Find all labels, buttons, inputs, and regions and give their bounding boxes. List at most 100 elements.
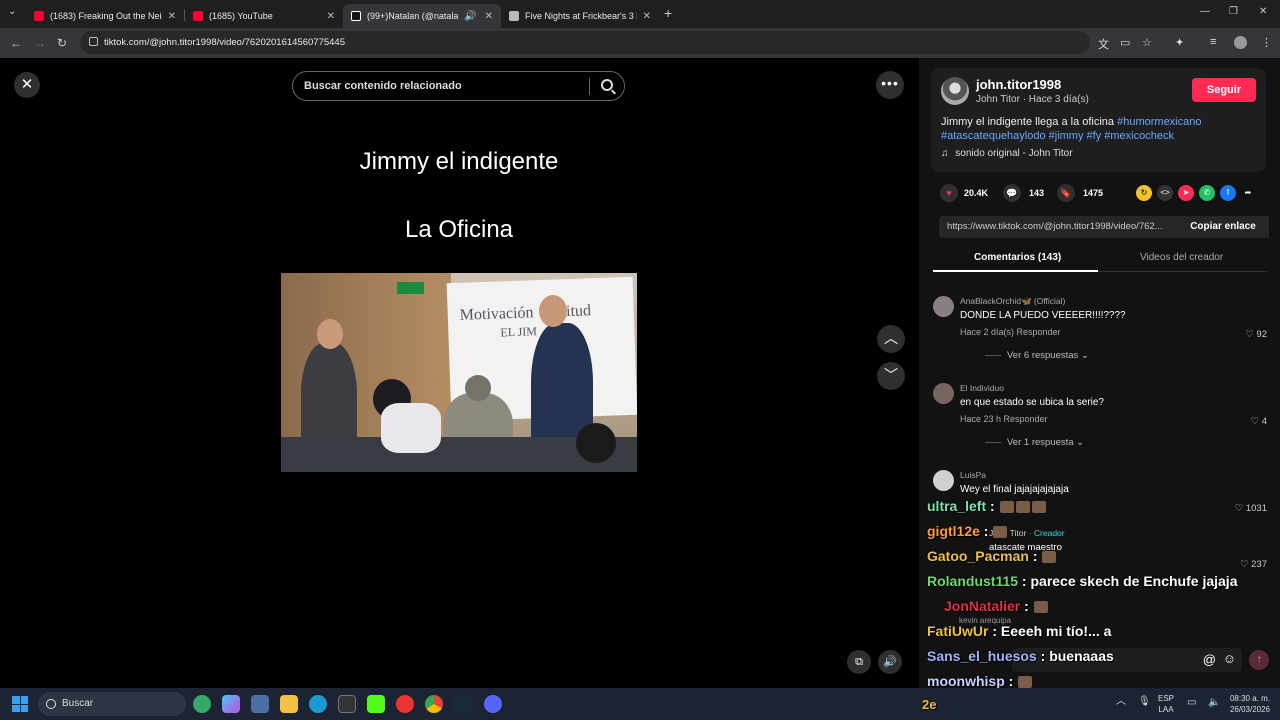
comment-author[interactable]: AnaBlackOrchid🦋 (Official) bbox=[960, 296, 1065, 307]
reply-like[interactable]: ♡ 237 bbox=[1240, 559, 1267, 570]
comment-meta[interactable]: Hace 2 día(s) Responder bbox=[960, 327, 1061, 337]
cast-icon[interactable]: ▭ bbox=[1120, 36, 1130, 49]
url-field[interactable]: tiktok.com/@john.titor1998/video/7620201… bbox=[80, 31, 1090, 54]
widgets-icon[interactable] bbox=[193, 695, 211, 713]
send-comment-button[interactable]: ↑ bbox=[1249, 650, 1269, 670]
store-icon[interactable] bbox=[251, 695, 269, 713]
video-link[interactable]: https://www.tiktok.com/@john.titor1998/v… bbox=[947, 221, 1163, 232]
comment-avatar[interactable] bbox=[933, 383, 954, 404]
tab-search-chevron-icon[interactable]: ⌄ bbox=[8, 6, 16, 17]
layout-code: LAA bbox=[1158, 705, 1174, 714]
comment-like[interactable]: ♡ 92 bbox=[1245, 329, 1267, 340]
tab-tiktok-active[interactable]: (99+)Natalan (@natalanx) | 🔊 ✕ bbox=[343, 4, 501, 28]
bookmark-star-icon[interactable]: ☆ bbox=[1142, 36, 1152, 49]
view-replies-button[interactable]: Ver 6 respuestas ⌄ bbox=[985, 350, 1089, 361]
tab-creator-videos[interactable]: Videos del creador bbox=[1140, 252, 1223, 263]
comment-like[interactable]: ♡ 1031 bbox=[1235, 503, 1267, 514]
new-tab-icon[interactable]: + bbox=[664, 5, 672, 21]
network-icon[interactable]: ▭ bbox=[1187, 697, 1196, 708]
copilot-icon[interactable] bbox=[222, 695, 240, 713]
search-icon[interactable] bbox=[601, 79, 613, 91]
volume-icon[interactable]: 🔊 bbox=[878, 650, 902, 674]
tab-freaking-out[interactable]: (1683) Freaking Out the Neighb ✕ bbox=[26, 4, 184, 28]
kick-icon[interactable] bbox=[367, 695, 385, 713]
comment-tabs: Comentarios (143) Videos del creador bbox=[933, 248, 1267, 272]
video-player[interactable]: Buscar contenido relacionado Jimmy el in… bbox=[281, 58, 637, 688]
reading-list-icon[interactable]: ≡ bbox=[1210, 36, 1216, 48]
xbox-icon[interactable] bbox=[338, 695, 356, 713]
browser-menu-icon[interactable]: ⋮ bbox=[1261, 36, 1272, 49]
chrome-icon[interactable] bbox=[425, 695, 443, 713]
heart-icon[interactable]: ♥ bbox=[940, 184, 958, 202]
student-head-2 bbox=[576, 423, 616, 463]
close-tab-icon[interactable]: ✕ bbox=[485, 11, 493, 22]
video-title-line1: Jimmy el indigente bbox=[359, 148, 559, 175]
related-search-box[interactable]: Buscar contenido relacionado bbox=[292, 71, 625, 101]
speaker-icon[interactable]: 🔊 bbox=[464, 11, 476, 22]
reload-icon[interactable]: ↻ bbox=[57, 36, 67, 50]
window-close-icon[interactable]: ✕ bbox=[1259, 6, 1267, 17]
embed-icon[interactable]: <> bbox=[1157, 185, 1173, 201]
view-replies-button[interactable]: Ver 1 respuesta ⌄ bbox=[985, 437, 1084, 448]
mention-icon[interactable]: @ bbox=[1203, 652, 1216, 667]
extensions-icon[interactable]: ✦ bbox=[1175, 36, 1184, 49]
author-username[interactable]: john.titor1998 bbox=[976, 77, 1061, 92]
previous-video-button[interactable]: ︿ bbox=[877, 325, 905, 353]
comment-avatar[interactable] bbox=[933, 296, 954, 317]
head-beanie bbox=[465, 375, 491, 401]
next-video-button[interactable]: ﹀ bbox=[877, 362, 905, 390]
close-tab-icon[interactable]: ✕ bbox=[168, 11, 176, 22]
sound-row[interactable]: ♫ sonido original - John Titor bbox=[941, 148, 1073, 159]
share-arrow-icon[interactable]: ➦ bbox=[1240, 185, 1256, 201]
pip-icon[interactable]: ⧉ bbox=[847, 650, 871, 674]
hashtag-links[interactable]: #atascatequehaylodo #jimmy #fy #mexicoch… bbox=[941, 130, 1174, 142]
volume-tray-icon[interactable]: 🔈 bbox=[1208, 697, 1220, 708]
microphone-icon[interactable]: 🎙 bbox=[1138, 696, 1151, 707]
forward-icon[interactable]: → bbox=[34, 36, 46, 50]
windows-start-icon[interactable] bbox=[12, 696, 28, 712]
translate-icon[interactable]: ⽂ bbox=[1098, 36, 1109, 52]
comment-author[interactable]: LuisPa bbox=[960, 470, 986, 480]
minimize-icon[interactable]: — bbox=[1200, 6, 1210, 17]
hashtag-link[interactable]: #humormexicano bbox=[1117, 116, 1201, 128]
copy-link-button[interactable]: Copiar enlace bbox=[1177, 216, 1269, 238]
emoji-icon[interactable]: ☺ bbox=[1223, 651, 1236, 666]
tab-five-nights[interactable]: Five Nights at Frickbear's 3 by S ✕ bbox=[501, 4, 659, 28]
facebook-icon[interactable]: f bbox=[1220, 185, 1236, 201]
tab-title: Five Nights at Frickbear's 3 by S bbox=[525, 11, 637, 21]
app-icon[interactable] bbox=[396, 695, 414, 713]
send-icon[interactable]: ➤ bbox=[1178, 185, 1194, 201]
comment-meta[interactable]: Hace 23 h Responder bbox=[960, 414, 1048, 424]
back-icon[interactable]: ← bbox=[10, 36, 22, 50]
steam-icon[interactable] bbox=[454, 695, 472, 713]
whatsapp-icon[interactable]: ✆ bbox=[1199, 185, 1215, 201]
tab-comments[interactable]: Comentarios (143) bbox=[974, 252, 1061, 263]
comment-icon[interactable]: 💬 bbox=[1003, 184, 1021, 202]
more-options-button[interactable]: ••• bbox=[876, 71, 904, 99]
language-indicator[interactable]: ESP LAA bbox=[1158, 693, 1174, 715]
clock[interactable]: 08:30 a. m. 26/03/2026 bbox=[1226, 693, 1270, 715]
close-tab-icon[interactable]: ✕ bbox=[327, 11, 335, 22]
profile-avatar[interactable] bbox=[1234, 36, 1247, 49]
author-avatar[interactable] bbox=[941, 77, 969, 105]
comment-avatar[interactable] bbox=[933, 470, 954, 491]
comment-author[interactable]: El Individuo bbox=[960, 383, 1004, 393]
discord-icon[interactable] bbox=[484, 695, 502, 713]
follow-button[interactable]: Seguir bbox=[1192, 78, 1256, 102]
close-video-button[interactable]: ✕ bbox=[14, 72, 40, 98]
student-shirt bbox=[381, 403, 441, 453]
emote bbox=[993, 526, 1008, 539]
file-explorer-icon[interactable] bbox=[280, 695, 298, 713]
tray-chevron-icon[interactable]: ︿ bbox=[1116, 696, 1126, 707]
taskbar-search[interactable]: Buscar bbox=[38, 692, 186, 716]
edge-icon[interactable] bbox=[309, 695, 327, 713]
comment-like-count: 92 bbox=[1256, 329, 1267, 340]
tab-youtube[interactable]: (1685) YouTube ✕ bbox=[185, 4, 343, 28]
restore-icon[interactable]: ❐ bbox=[1229, 6, 1238, 17]
site-info-icon[interactable] bbox=[89, 37, 98, 46]
bookmark-icon[interactable]: 🔖 bbox=[1057, 184, 1075, 202]
repost-icon[interactable]: ↻ bbox=[1136, 185, 1152, 201]
close-tab-icon[interactable]: ✕ bbox=[643, 11, 651, 22]
tab-title: (99+)Natalan (@natalanx) | bbox=[367, 11, 459, 21]
comment-like[interactable]: ♡ 4 bbox=[1251, 416, 1267, 427]
